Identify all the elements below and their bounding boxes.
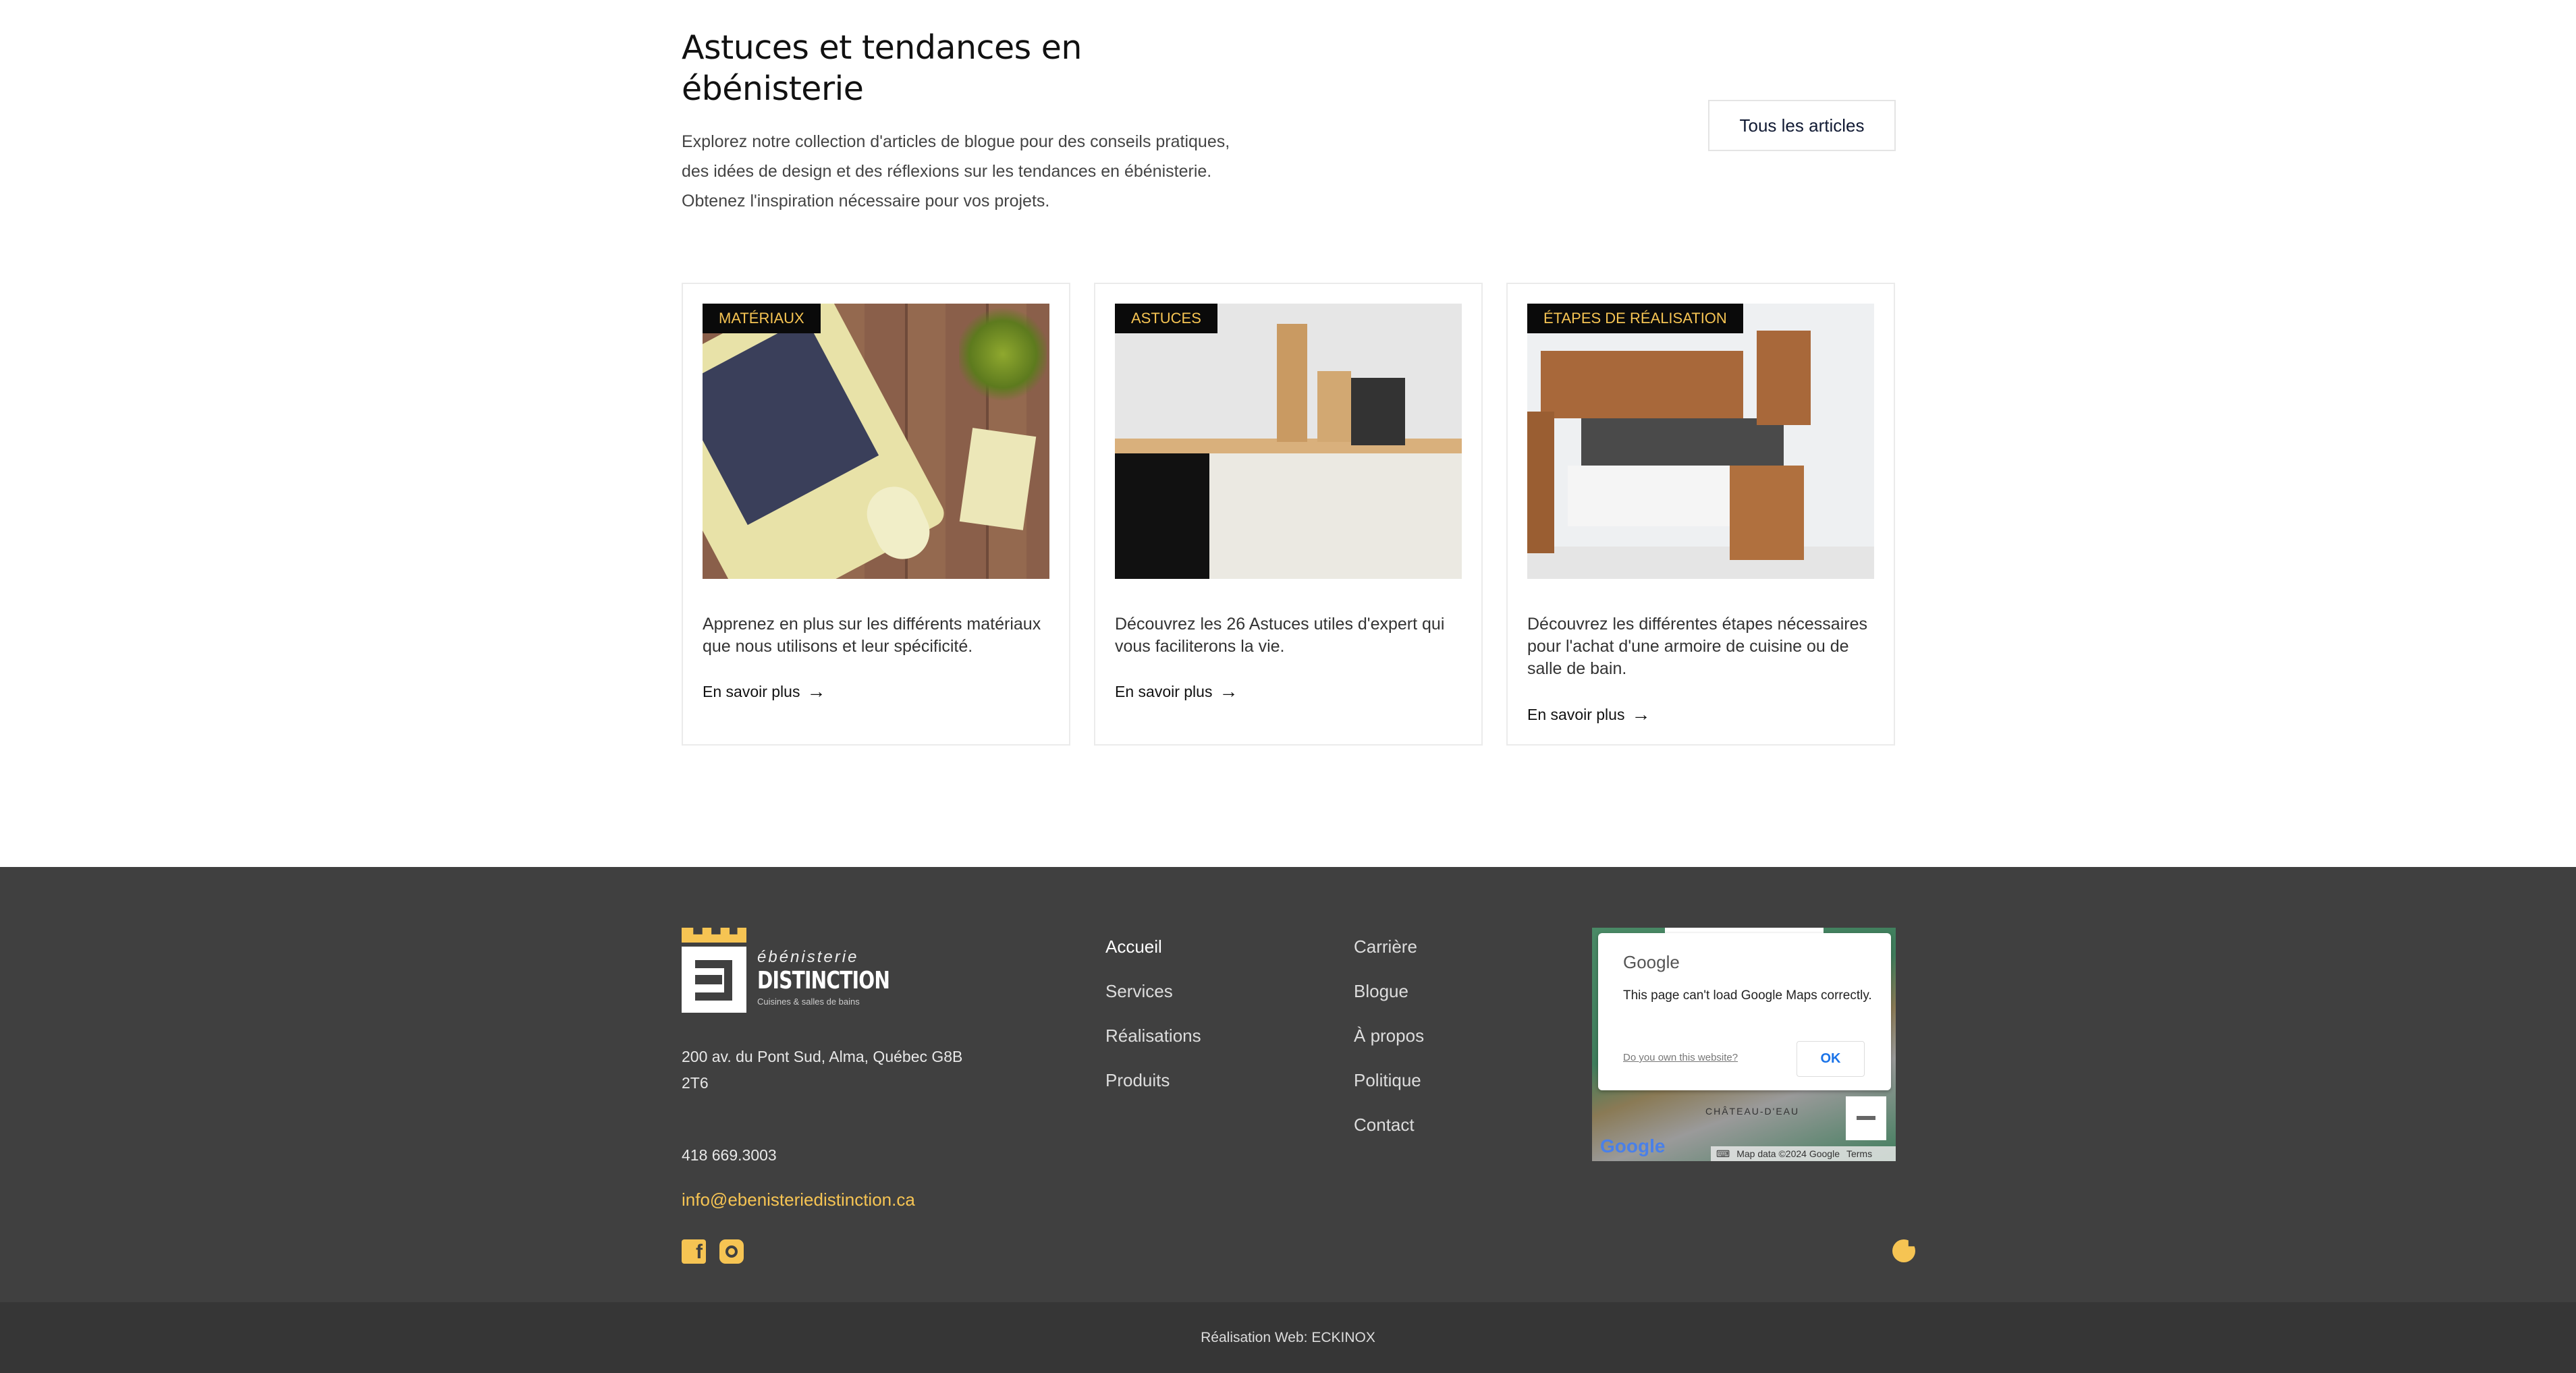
read-more-link[interactable]: En savoir plus → bbox=[1115, 682, 1238, 701]
facebook-icon[interactable]: f bbox=[682, 1239, 706, 1264]
read-more-label: En savoir plus bbox=[703, 682, 800, 700]
logo-line3: Cuisines & salles de bains bbox=[757, 997, 860, 1007]
phone[interactable]: 418 669.3003 bbox=[682, 1142, 777, 1169]
section-intro: Explorez notre collection d'articles de … bbox=[682, 132, 1230, 211]
logo-line2: DISTINCTION bbox=[757, 967, 890, 994]
address-line: 200 av. du Pont Sud, Alma, Québec G8B bbox=[682, 1048, 963, 1065]
google-map[interactable]: CHÂTEAU-D'EAU Google ⌨ Map data ©2024 Go… bbox=[1592, 928, 1896, 1161]
nav-blogue[interactable]: Blogue bbox=[1354, 981, 1424, 1026]
card-image-kitchen-project[interactable]: Étapes de réalisation bbox=[1527, 304, 1874, 579]
address: 200 av. du Pont Sud, Alma, Québec G8B 2T… bbox=[682, 1044, 962, 1096]
email-link[interactable]: info@ebenisteriedistinction.ca bbox=[682, 1189, 915, 1210]
arrow-right-icon: → bbox=[1219, 681, 1238, 702]
read-more-link[interactable]: En savoir plus → bbox=[703, 682, 825, 701]
card-tag: Étapes de réalisation bbox=[1527, 304, 1743, 333]
arrow-right-icon: → bbox=[1631, 704, 1651, 725]
blog-card[interactable]: Étapes de réalisation Découvrez les diff… bbox=[1506, 283, 1895, 746]
logo-mark bbox=[682, 947, 746, 1013]
footer: ébénisterie DISTINCTION Cuisines & salle… bbox=[0, 867, 2576, 1302]
crown-icon bbox=[682, 928, 746, 943]
cookie-icon[interactable] bbox=[1892, 1239, 1915, 1262]
dialog-message: This page can't load Google Maps correct… bbox=[1623, 988, 1872, 1003]
nav-accueil[interactable]: Accueil bbox=[1105, 936, 1201, 981]
dialog-brand: Google bbox=[1623, 952, 1680, 972]
footer-nav-col2: Carrière Blogue À propos Politique Conta… bbox=[1354, 936, 1424, 1159]
read-more-link[interactable]: En savoir plus → bbox=[1527, 705, 1650, 724]
site-logo[interactable]: ébénisterie DISTINCTION Cuisines & salle… bbox=[682, 928, 890, 1015]
maps-error-dialog: Google This page can't load Google Maps … bbox=[1598, 933, 1891, 1090]
address-line: 2T6 bbox=[682, 1074, 709, 1092]
nav-politique[interactable]: Politique bbox=[1354, 1070, 1424, 1115]
card-text: Apprenez en plus sur les différents maté… bbox=[703, 615, 1041, 656]
read-more-label: En savoir plus bbox=[1527, 705, 1625, 723]
blog-card[interactable]: Astuces Découvrez les 26 Astuces utiles … bbox=[1094, 283, 1483, 746]
google-logo: Google bbox=[1600, 1136, 1666, 1156]
nav-realisations[interactable]: Réalisations bbox=[1105, 1026, 1201, 1070]
card-tag: Matériaux bbox=[703, 304, 821, 333]
logo-line1: ébénisterie bbox=[757, 948, 859, 966]
nav-contact[interactable]: Contact bbox=[1354, 1115, 1424, 1159]
map-attribution: ⌨ Map data ©2024 Google Terms bbox=[1711, 1146, 1896, 1161]
footer-nav-col1: Accueil Services Réalisations Produits bbox=[1105, 936, 1201, 1115]
card-text: Découvrez les différentes étapes nécessa… bbox=[1527, 615, 1867, 678]
keyboard-icon[interactable]: ⌨ bbox=[1716, 1148, 1730, 1160]
map-place-label: CHÂTEAU-D'EAU bbox=[1705, 1106, 1800, 1117]
own-website-link[interactable]: Do you own this website? bbox=[1623, 1052, 1738, 1063]
card-image-laptop[interactable]: Matériaux bbox=[703, 304, 1049, 579]
card-tag: Astuces bbox=[1115, 304, 1217, 333]
section-title: Astuces et tendances en ébénisterie bbox=[682, 28, 1082, 108]
instagram-icon[interactable] bbox=[719, 1239, 744, 1264]
card-text: Découvrez les 26 Astuces utiles d'expert… bbox=[1115, 615, 1445, 656]
map-data-text: Map data ©2024 Google bbox=[1736, 1148, 1840, 1159]
arrow-right-icon: → bbox=[806, 681, 826, 702]
blog-card[interactable]: Matériaux Apprenez en plus sur les diffé… bbox=[682, 283, 1070, 746]
minus-icon bbox=[1857, 1116, 1875, 1120]
dialog-ok-button[interactable]: OK bbox=[1797, 1041, 1865, 1077]
zoom-out-button[interactable] bbox=[1846, 1096, 1886, 1140]
nav-services[interactable]: Services bbox=[1105, 981, 1201, 1026]
nav-carriere[interactable]: Carrière bbox=[1354, 936, 1424, 981]
nav-produits[interactable]: Produits bbox=[1105, 1070, 1201, 1115]
card-image-kitchen[interactable]: Astuces bbox=[1115, 304, 1462, 579]
credit-text[interactable]: Réalisation Web: ECKINOX bbox=[1201, 1330, 1375, 1346]
map-terms-link[interactable]: Terms bbox=[1846, 1148, 1872, 1159]
credit-bar: Réalisation Web: ECKINOX bbox=[0, 1302, 2576, 1373]
all-articles-button[interactable]: Tous les articles bbox=[1708, 100, 1896, 151]
nav-a-propos[interactable]: À propos bbox=[1354, 1026, 1424, 1070]
read-more-label: En savoir plus bbox=[1115, 682, 1213, 700]
